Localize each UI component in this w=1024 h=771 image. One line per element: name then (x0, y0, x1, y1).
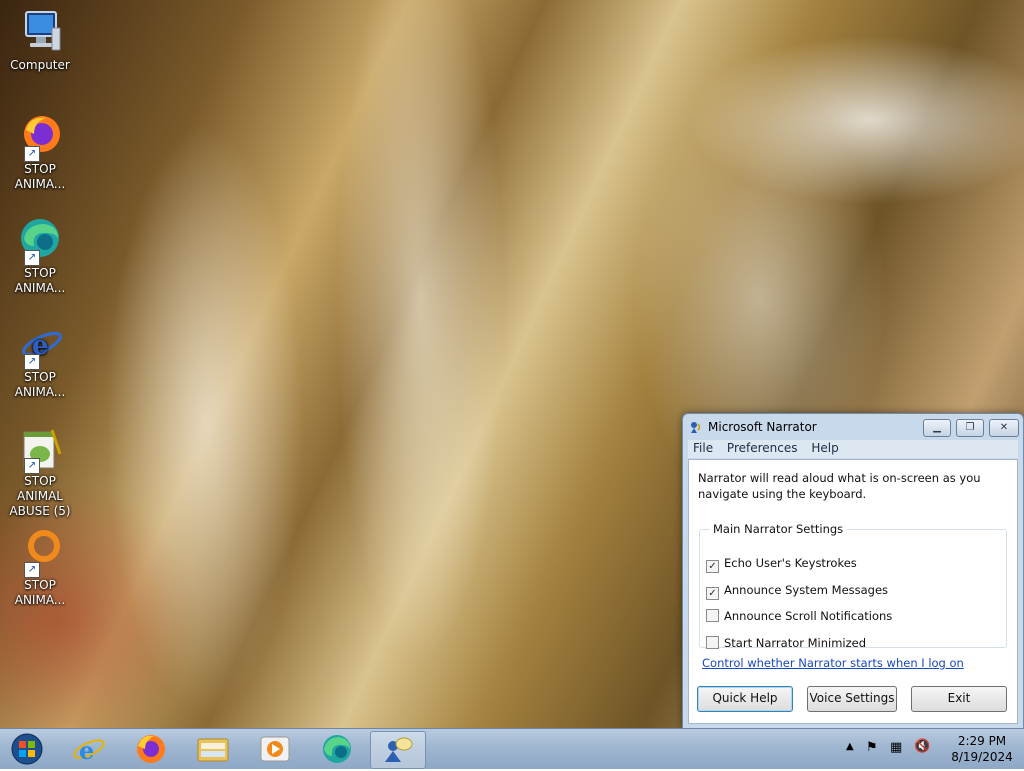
checkbox-unchecked-icon (706, 636, 719, 649)
desktop-icon-ie-shortcut[interactable]: e ↗ STOP ANIMA... (4, 320, 76, 400)
shortcut-arrow-icon: ↗ (24, 354, 40, 370)
narrator-client-area: Narrator will read aloud what is on-scre… (688, 459, 1018, 724)
narrator-titlebar[interactable]: Microsoft Narrator ▁ ❐ ✕ (683, 414, 1023, 440)
desktop-icon-label: STOP ANIMA... (14, 162, 66, 191)
checkbox-start-minimized[interactable]: Start Narrator Minimized (706, 636, 866, 650)
restore-icon: ❐ (965, 422, 975, 433)
desktop-icon-orange-shortcut[interactable]: ↗ STOP ANIMA... (4, 528, 76, 608)
checkbox-checked-icon: ✓ (706, 587, 719, 600)
internet-explorer-icon: e (73, 736, 105, 765)
checkbox-checked-icon: ✓ (706, 560, 719, 573)
shortcut-arrow-icon: ↗ (24, 146, 40, 162)
quick-help-button[interactable]: Quick Help (697, 686, 793, 712)
desktop-icon-label: STOP ANIMA... (14, 266, 66, 295)
window-title: Microsoft Narrator (708, 420, 817, 434)
checkbox-echo-keystrokes[interactable]: ✓ Echo User's Keystrokes (706, 556, 857, 573)
desktop-icon-edge-shortcut[interactable]: ↗ STOP ANIMA... (4, 216, 76, 296)
taskbar: e ▲ ⚑ ▦ 🔇 2:29 PM 8/19/2024 (0, 728, 1024, 769)
checkbox-label: Start Narrator Minimized (724, 636, 867, 650)
network-icon[interactable]: ▦ (890, 740, 902, 755)
taskbar-edge-browser[interactable] (310, 731, 364, 767)
desktop-icon-firefox-shortcut[interactable]: ↗ STOP ANIMA... (4, 112, 76, 192)
volume-muted-icon[interactable]: 🔇 (914, 739, 930, 754)
narrator-window[interactable]: Microsoft Narrator ▁ ❐ ✕ File Preference… (682, 413, 1024, 728)
media-player-icon (260, 736, 290, 762)
taskbar-narrator[interactable] (370, 731, 426, 769)
menu-file[interactable]: File (688, 440, 718, 456)
minimize-button[interactable]: ▁ (923, 419, 951, 437)
narrator-app-icon (689, 420, 703, 434)
restore-button[interactable]: ❐ (956, 419, 984, 437)
clock-time: 2:29 PM (957, 734, 1007, 748)
windows-orb-icon (11, 733, 43, 765)
minimize-icon: ▁ (933, 422, 941, 433)
checkbox-label: Echo User's Keystrokes (724, 556, 857, 570)
firefox-icon (137, 735, 165, 763)
firefox-icon: ↗ (16, 112, 64, 162)
desktop-icon-label: STOP ANIMA... (14, 370, 66, 399)
menu-bar: File Preferences Help (688, 440, 1018, 458)
show-hidden-icons-icon[interactable]: ▲ (846, 741, 854, 752)
notepad-plus-icon: ↗ (16, 424, 64, 474)
menu-help[interactable]: Help (806, 440, 843, 456)
taskbar-firefox[interactable] (124, 731, 178, 767)
checkbox-announce-system-messages[interactable]: ✓ Announce System Messages (706, 583, 888, 600)
checkbox-label: Announce Scroll Notifications (724, 609, 893, 623)
desktop-icon-label: STOP ANIMA... (14, 578, 66, 607)
ring-app-icon: ↗ (16, 528, 64, 578)
group-label: Main Narrator Settings (713, 522, 844, 536)
clock[interactable]: 2:29 PM 8/19/2024 (942, 733, 1022, 765)
desktop: Computer ↗ STOP ANIMA... ↗ STOP ANIMA... (0, 0, 1024, 728)
desktop-icon-label: STOP ANIMAL ABUSE (5) (9, 474, 71, 518)
svg-text:e: e (79, 736, 94, 765)
folder-icon (197, 738, 229, 762)
exit-button[interactable]: Exit (911, 686, 1007, 712)
shortcut-arrow-icon: ↗ (24, 562, 40, 578)
computer-icon (16, 8, 64, 56)
close-icon: ✕ (999, 422, 1009, 433)
close-button[interactable]: ✕ (989, 419, 1019, 437)
checkbox-unchecked-icon (706, 609, 719, 622)
edge-browser-icon: ↗ (16, 216, 64, 266)
menu-preferences[interactable]: Preferences (722, 440, 803, 456)
start-button[interactable] (0, 731, 54, 767)
taskbar-internet-explorer[interactable]: e (62, 731, 116, 767)
checkbox-announce-scroll-notifications[interactable]: Announce Scroll Notifications (706, 609, 892, 623)
desktop-icon-computer[interactable]: Computer (4, 8, 76, 73)
checkbox-label: Announce System Messages (724, 583, 889, 597)
shortcut-arrow-icon: ↗ (24, 458, 40, 474)
voice-settings-button[interactable]: Voice Settings (807, 686, 897, 712)
narrator-icon (385, 737, 413, 762)
internet-explorer-icon: e ↗ (16, 320, 64, 370)
taskbar-media-player[interactable] (248, 731, 302, 767)
edge-browser-icon (323, 735, 351, 763)
shortcut-arrow-icon: ↗ (24, 250, 40, 266)
startup-settings-link[interactable]: Control whether Narrator starts when I l… (702, 656, 964, 670)
taskbar-windows-explorer[interactable] (186, 731, 240, 767)
desktop-icon-label: Computer (10, 58, 70, 72)
clock-date: 8/19/2024 (951, 750, 1013, 764)
desktop-icon-stop-animal-abuse[interactable]: ↗ STOP ANIMAL ABUSE (5) (4, 424, 76, 519)
system-tray: ▲ ⚑ ▦ 🔇 2:29 PM 8/19/2024 (842, 729, 1024, 769)
narrator-description: Narrator will read aloud what is on-scre… (698, 471, 981, 501)
action-center-flag-icon[interactable]: ⚑ (866, 740, 878, 755)
